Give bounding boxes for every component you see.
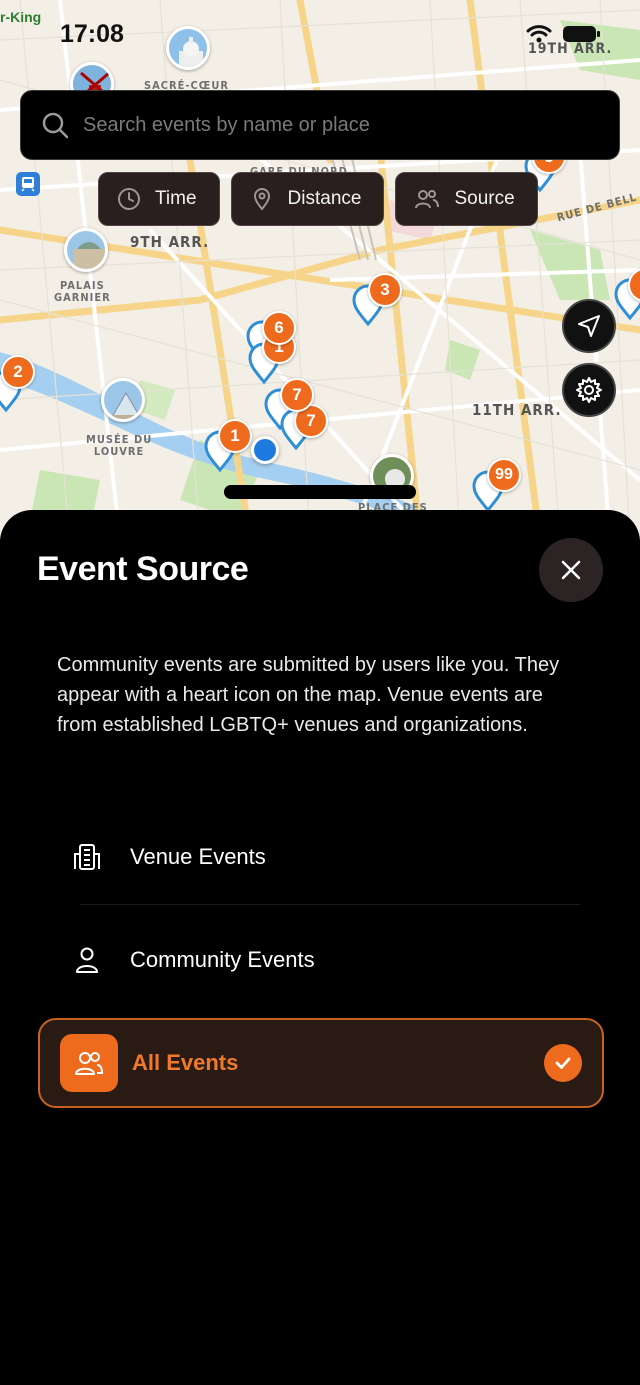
option-divider [80,904,580,905]
status-icons [526,24,602,44]
sheet-description: Community events are submitted by users … [57,654,560,736]
map-label-9th-arr: 9TH ARR. [130,233,210,251]
battery-icon [563,26,600,42]
search-input[interactable] [83,113,563,137]
landmark-palais-garnier-image[interactable] [64,228,108,272]
map-label-11th-arr: 11TH ARR. [472,401,562,419]
event-cluster[interactable]: 7 [280,378,314,412]
option-icon-wrap [58,828,116,886]
filter-source-label: Source [454,188,515,209]
option-icon-wrap [60,1034,118,1092]
wifi-icon [526,25,552,43]
event-cluster[interactable]: 3 [368,273,402,307]
filter-distance-label: Distance [287,188,362,209]
map-label-19th-arr: 19TH ARR. [528,41,613,57]
landmark-sacre-coeur-image[interactable] [166,26,210,70]
option-icon-wrap [58,931,116,989]
clock-icon [118,188,140,210]
search-icon [42,112,69,139]
event-cluster[interactable]: 99 [487,458,521,492]
person-icon [76,947,98,973]
map-label-musee-du-louvre: MUSÉE DU LOUVRE [86,433,153,459]
gear-icon [576,377,602,403]
event-cluster[interactable]: 2 [1,355,35,389]
filter-time-label: Time [155,188,197,209]
landmark-louvre-image[interactable] [101,378,145,422]
option-community-events[interactable]: Community Events [38,915,604,1005]
event-cluster[interactable]: 6 [262,311,296,345]
close-icon [561,560,581,580]
filter-source-button[interactable]: Source [395,172,538,226]
locate-me-button[interactable] [562,299,616,353]
users-icon [415,190,440,209]
users-icon [75,1052,104,1075]
event-cluster[interactable]: 1 [218,419,252,453]
location-pin-icon [253,188,270,211]
status-time: 17:08 [60,20,124,48]
selected-check-icon [544,1044,582,1082]
option-label: Venue Events [130,844,266,869]
navigation-arrow-icon [578,315,600,337]
close-button[interactable] [539,538,603,602]
option-label: Community Events [130,947,315,972]
map-view[interactable]: r-King 19TH ARR. SACRÉ-CŒUR GARE DU NORD… [0,0,640,540]
option-label: All Events [132,1050,239,1075]
map-settings-button[interactable] [562,363,616,417]
map-label-palais-garnier: PALAIS GARNIER [54,279,111,305]
sheet-title: Event Source [37,550,249,588]
filter-distance-button[interactable]: Distance [230,172,385,226]
sheet-grabber[interactable] [224,485,416,499]
filter-chips: Time Distance Source [98,172,538,226]
search-bar[interactable] [20,90,620,160]
event-source-sheet: Event Source Community events are submit… [0,510,640,1385]
user-location-dot [251,436,279,464]
option-venue-events[interactable]: Venue Events [38,812,604,902]
map-label-carrier: r-King [0,9,42,25]
option-all-events[interactable]: All Events [38,1018,604,1108]
filter-time-button[interactable]: Time [98,172,220,226]
metro-station-icon[interactable] [16,172,40,196]
building-icon [74,844,100,870]
